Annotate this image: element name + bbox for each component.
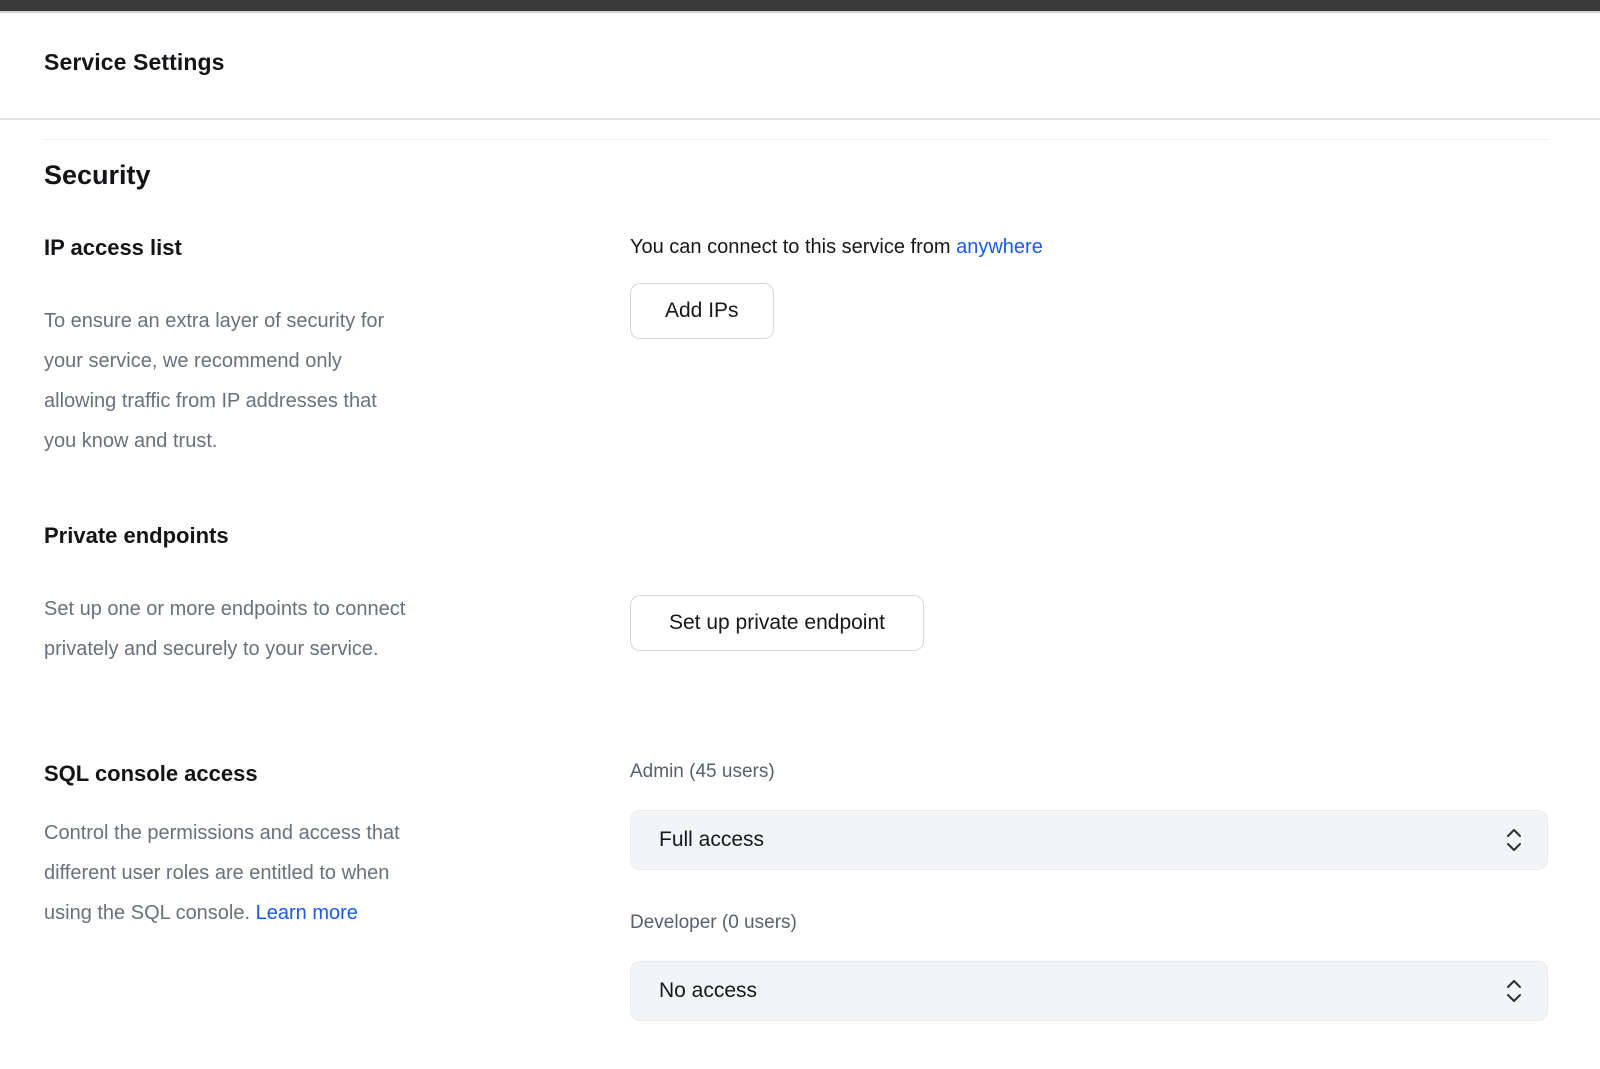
setup-private-endpoint-button[interactable]: Set up private endpoint <box>630 595 924 651</box>
description-line: To ensure an extra layer of security for <box>44 301 630 341</box>
description-line-text: using the SQL console. <box>44 902 256 924</box>
settings-content: Security IP access list To ensure an ext… <box>0 139 1600 1021</box>
developer-users-label: Developer (0 users) <box>630 912 1548 934</box>
description-line: your service, we recommend only <box>44 341 630 381</box>
connect-status-text: You can connect to this service from any… <box>630 235 1548 259</box>
ip-access-right-column: You can connect to this service from any… <box>630 235 1548 461</box>
developer-access-selected-value: No access <box>659 979 757 1003</box>
ip-access-section: IP access list To ensure an extra layer … <box>44 235 1548 461</box>
chevron-updown-icon <box>1505 825 1523 855</box>
chevron-updown-icon <box>1505 976 1523 1006</box>
sql-console-title: SQL console access <box>44 761 630 787</box>
private-endpoints-title: Private endpoints <box>44 523 630 549</box>
security-heading: Security <box>44 160 1548 191</box>
developer-access-select[interactable]: No access <box>630 961 1548 1021</box>
connect-status-prefix: You can connect to this service from <box>630 236 956 258</box>
description-line: privately and securely to your service. <box>44 629 630 669</box>
private-endpoints-right-column: Set up private endpoint <box>630 523 1548 669</box>
private-endpoints-left-column: Private endpoints Set up one or more end… <box>44 523 630 669</box>
description-line: allowing traffic from IP addresses that <box>44 381 630 421</box>
page-header: Service Settings <box>0 13 1600 76</box>
description-line: different user roles are entitled to whe… <box>44 853 630 893</box>
description-line: you know and trust. <box>44 421 630 461</box>
section-divider <box>44 139 1548 140</box>
anywhere-link[interactable]: anywhere <box>956 236 1043 258</box>
admin-access-select[interactable]: Full access <box>630 810 1548 870</box>
description-line: using the SQL console. Learn more <box>44 893 630 933</box>
sql-console-section: SQL console access Control the permissio… <box>44 761 1548 1021</box>
description-line: Control the permissions and access that <box>44 813 630 853</box>
add-ips-button[interactable]: Add IPs <box>630 283 774 339</box>
header-divider <box>0 118 1600 120</box>
admin-users-label: Admin (45 users) <box>630 761 1548 783</box>
ip-access-description: To ensure an extra layer of security for… <box>44 301 630 461</box>
admin-access-selected-value: Full access <box>659 828 764 852</box>
page-title: Service Settings <box>44 49 1556 76</box>
ip-access-left-column: IP access list To ensure an extra layer … <box>44 235 630 461</box>
private-endpoints-description: Set up one or more endpoints to connect … <box>44 589 630 669</box>
sql-console-description: Control the permissions and access that … <box>44 813 630 933</box>
ip-access-title: IP access list <box>44 235 630 261</box>
top-window-bar <box>0 0 1600 13</box>
learn-more-link[interactable]: Learn more <box>256 902 358 924</box>
sql-console-right-column: Admin (45 users) Full access Developer (… <box>630 761 1548 1021</box>
sql-console-left-column: SQL console access Control the permissio… <box>44 761 630 1021</box>
private-endpoints-section: Private endpoints Set up one or more end… <box>44 523 1548 669</box>
description-line: Set up one or more endpoints to connect <box>44 589 630 629</box>
